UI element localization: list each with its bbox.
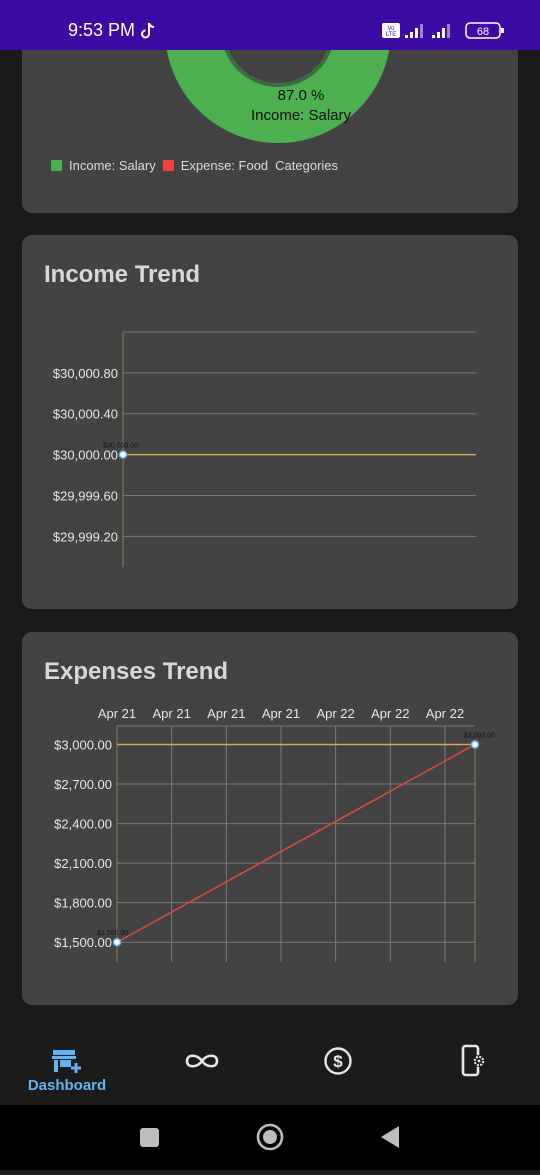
y-tick-label: $30,000.00 (53, 448, 118, 463)
back-button[interactable] (381, 1126, 399, 1148)
nav-transactions[interactable]: $ (288, 1026, 388, 1095)
y-tick-label: $2,700.00 (54, 777, 112, 792)
x-tick-label: Apr 21 (262, 706, 300, 721)
legend-swatch (51, 160, 62, 171)
y-tick-label: $2,100.00 (54, 856, 112, 871)
data-point (118, 450, 128, 459)
recents-button[interactable] (140, 1128, 159, 1147)
phone-settings-icon (461, 1044, 485, 1076)
legend-item-income: Income: Salary (51, 158, 156, 173)
data-point-label: $30,000.00 (103, 443, 138, 450)
infinity-icon (185, 1053, 219, 1068)
system-navigation-bar (0, 1105, 540, 1170)
x-tick-label: Apr 22 (316, 706, 354, 721)
y-tick-label: $1,800.00 (54, 896, 112, 911)
x-tick-label: Apr 22 (371, 706, 409, 721)
status-bar: 9:53 PM Vo LTE 68 (0, 0, 540, 50)
y-tick-label: $1,500.00 (54, 935, 112, 950)
tiktok-notification-icon (141, 22, 155, 39)
svg-text:LTE: LTE (386, 32, 397, 38)
system-nav-buttons (140, 1123, 399, 1151)
x-tick-label: Apr 22 (426, 706, 464, 721)
income-trend-chart: $30,000.80 $30,000.40 $30,000.00 $29,999.60… (53, 331, 476, 567)
legend-title: Categories (275, 158, 339, 173)
x-tick-label: Apr 21 (98, 706, 136, 721)
expenses-trend-card: Expenses Trend $3,000.00 $2,700.00 $2,400.… (22, 632, 518, 1005)
nav-recurring[interactable] (152, 1026, 252, 1095)
donut-percent-label: 87.0 % (277, 87, 325, 104)
legend-item-expense: Expense: Food (162, 158, 269, 173)
category-donut-chart (166, 50, 390, 143)
battery-level: 68 (477, 26, 489, 38)
legend-label: Income: Salary (69, 158, 156, 173)
home-button[interactable] (263, 1130, 277, 1144)
store-add-icon (52, 1049, 81, 1073)
nav-dashboard-label: Dashboard (27, 1076, 107, 1094)
status-time: 9:53 PM (68, 20, 136, 40)
data-point (470, 740, 480, 749)
data-point-label: $1,500.00 (97, 930, 128, 937)
y-tick-label: $29,999.60 (53, 488, 118, 503)
legend-swatch (162, 160, 174, 171)
donut-category-label: Income: Salary (250, 107, 352, 124)
category-legend: Income: Salary Expense: Food Categories (51, 158, 338, 173)
category-chart-card: 87.0 % Income: Salary Income: Salary Exp… (22, 50, 518, 213)
expenses-trend-chart: $3,000.00 $2,700.00 $2,400.00 $2,100.00 $1,8… (54, 706, 495, 962)
legend-label: Expense: Food (180, 158, 269, 173)
dashboard-content[interactable]: 87.0 % Income: Salary Income: Salary Exp… (0, 50, 540, 1036)
data-point-label: $3,000.00 (464, 732, 495, 739)
dollar-circle-icon: $ (324, 1046, 352, 1075)
nav-dashboard[interactable]: Dashboard (17, 1036, 117, 1105)
signal-battery-icons: Vo LTE 68 (382, 22, 504, 39)
series-line (116, 743, 476, 943)
y-tick-label: $30,000.40 (53, 407, 118, 422)
y-tick-label: $29,999.20 (53, 529, 118, 544)
nav-settings[interactable] (423, 1026, 523, 1095)
bottom-navigation: Dashboard $ (0, 1036, 540, 1105)
y-tick-label: $30,000.80 (53, 366, 118, 381)
y-tick-label: $3,000.00 (54, 737, 112, 752)
x-tick-label: Apr 21 (153, 706, 191, 721)
income-trend-card: Income Trend $30,000.80 $30,000.40 $30,000… (22, 235, 518, 609)
svg-text:$: $ (333, 1052, 343, 1071)
y-tick-label: $2,400.00 (54, 817, 112, 832)
data-point (112, 937, 122, 947)
x-tick-label: Apr 21 (207, 706, 245, 721)
